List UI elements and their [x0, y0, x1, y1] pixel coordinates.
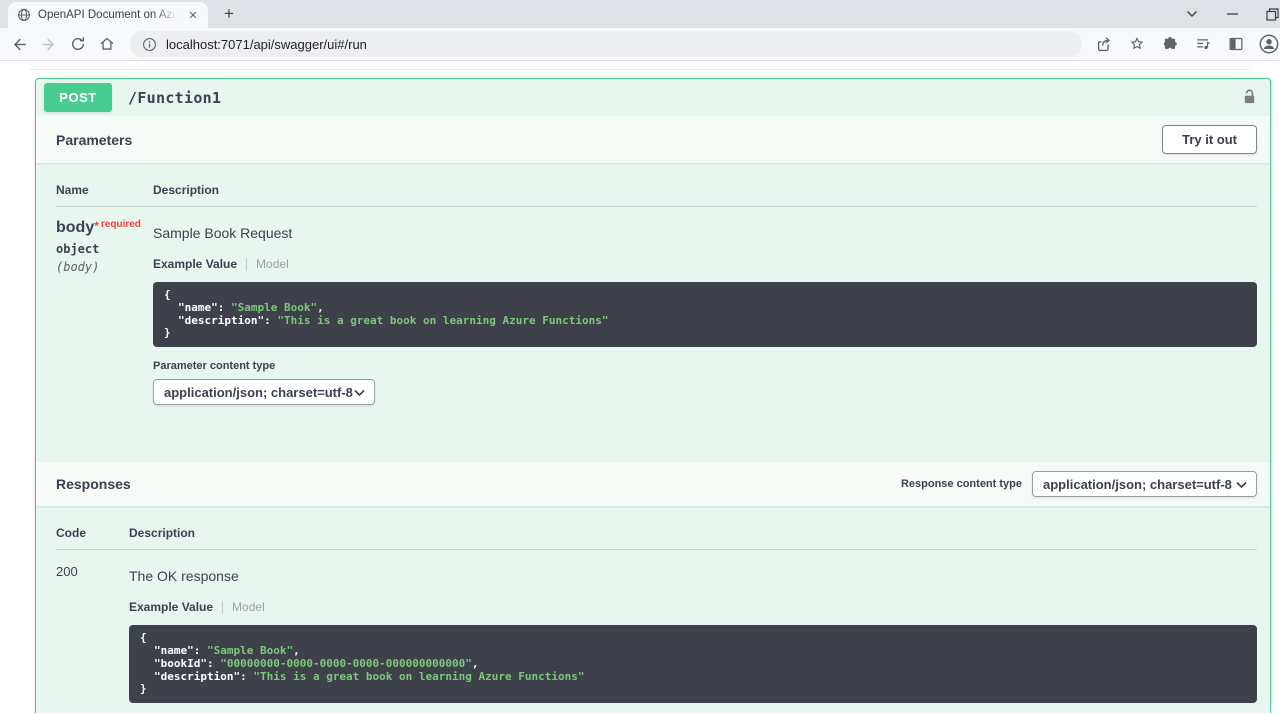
globe-favicon-icon: [17, 8, 31, 22]
response-example-code: { "name": "Sample Book", "bookId": "0000…: [129, 625, 1257, 703]
parameter-type: object: [56, 242, 153, 256]
parameter-content-type-select[interactable]: application/json; charset=utf-8: [153, 379, 375, 405]
code-line: "name": "Sample Book",: [164, 302, 1246, 315]
response-description: The OK response: [129, 562, 1257, 584]
new-tab-button[interactable]: +: [216, 1, 242, 27]
example-model-tabs: Example Value Model: [129, 600, 1257, 614]
response-content-type-label: Response content type: [901, 478, 1022, 490]
column-code: Code: [56, 526, 129, 540]
responses-table-header: Code Description: [56, 526, 1257, 550]
response-row-200: 200 The OK response Example Value Model …: [56, 550, 1257, 703]
parameter-description: Sample Book Request: [153, 219, 1257, 241]
code-close-brace: }: [164, 327, 1246, 340]
required-star: *: [94, 219, 99, 233]
opblock-header[interactable]: POST /Function1: [36, 79, 1270, 116]
tab-model[interactable]: Model: [256, 257, 289, 271]
code-open-brace: {: [140, 632, 1246, 645]
code-open-brace: {: [164, 289, 1246, 302]
response-content-type: Response content type application/json; …: [901, 471, 1257, 497]
column-description: Description: [129, 526, 1257, 540]
parameter-location: (body): [56, 260, 153, 274]
opblock-post-function1: POST /Function1 Parameters Try it out Na…: [35, 78, 1271, 713]
responses-title: Responses: [56, 476, 131, 492]
auth-lock-icon[interactable]: [1241, 88, 1258, 107]
browser-tab[interactable]: OpenAPI Document on Azure Fu ✕: [8, 2, 208, 28]
home-button[interactable]: [93, 31, 120, 58]
url-text[interactable]: localhost:7071/api/swagger/ui#/run: [166, 37, 367, 52]
parameters-title: Parameters: [56, 132, 132, 148]
section-divider: [30, 69, 1250, 70]
side-panel-icon[interactable]: [1224, 32, 1248, 56]
example-model-tabs: Example Value Model: [153, 257, 1257, 271]
required-label: required: [101, 219, 141, 230]
bookmark-star-icon[interactable]: [1125, 32, 1149, 56]
request-example-code: { "name": "Sample Book", "description": …: [153, 282, 1257, 347]
restore-button[interactable]: [1252, 0, 1280, 28]
tab-close-icon[interactable]: ✕: [185, 7, 201, 23]
tab-example-value[interactable]: Example Value: [153, 257, 237, 271]
chevron-down-icon: [1236, 477, 1247, 492]
browser-toolbar: localhost:7071/api/swagger/ui#/run: [0, 28, 1280, 61]
swagger-page: POST /Function1 Parameters Try it out Na…: [0, 61, 1280, 713]
responses-section-header: Responses Response content type applicat…: [36, 462, 1270, 506]
address-bar[interactable]: localhost:7071/api/swagger/ui#/run: [130, 31, 1082, 57]
parameter-name: body*required: [56, 219, 153, 237]
responses-table: Code Description 200 The OK response Exa…: [36, 506, 1270, 703]
response-code: 200: [56, 562, 129, 703]
tab-title: OpenAPI Document on Azure Fu: [38, 9, 178, 21]
code-line: "description": "This is a great book on …: [140, 671, 1246, 684]
media-controls-icon[interactable]: [1191, 32, 1215, 56]
parameters-table: Name Description body*required object (b…: [36, 163, 1270, 462]
parameters-table-header: Name Description: [56, 183, 1257, 207]
column-name: Name: [56, 183, 153, 197]
extensions-puzzle-icon[interactable]: [1158, 32, 1182, 56]
share-icon[interactable]: [1092, 32, 1116, 56]
forward-button[interactable]: [35, 31, 62, 58]
window-controls: [1172, 0, 1280, 28]
code-line: "description": "This is a great book on …: [164, 315, 1246, 328]
site-info-icon[interactable]: [142, 37, 157, 52]
tab-search-icon[interactable]: [1172, 0, 1212, 28]
tab-example-value[interactable]: Example Value: [129, 600, 213, 614]
profile-avatar[interactable]: [1257, 32, 1280, 56]
chevron-down-icon: [354, 385, 365, 400]
code-close-brace: }: [140, 683, 1246, 696]
try-it-out-button[interactable]: Try it out: [1162, 125, 1257, 154]
parameter-row-body: body*required object (body) Sample Book …: [56, 207, 1257, 405]
back-button[interactable]: [6, 31, 33, 58]
tab-strip: OpenAPI Document on Azure Fu ✕ +: [0, 0, 1280, 28]
response-content-type-select[interactable]: application/json; charset=utf-8: [1032, 471, 1257, 497]
tab-divider: [246, 258, 247, 271]
endpoint-path: /Function1: [128, 89, 221, 107]
tab-model[interactable]: Model: [232, 600, 265, 614]
code-line: "bookId": "00000000-0000-0000-0000-00000…: [140, 658, 1246, 671]
reload-button[interactable]: [64, 31, 91, 58]
code-line: "name": "Sample Book",: [140, 645, 1246, 658]
tab-divider: [222, 601, 223, 614]
minimize-button[interactable]: [1212, 0, 1252, 28]
parameters-section-header: Parameters Try it out: [36, 116, 1270, 163]
column-description: Description: [153, 183, 1257, 197]
method-badge: POST: [44, 83, 112, 112]
parameter-content-type-label: Parameter content type: [153, 360, 1257, 372]
